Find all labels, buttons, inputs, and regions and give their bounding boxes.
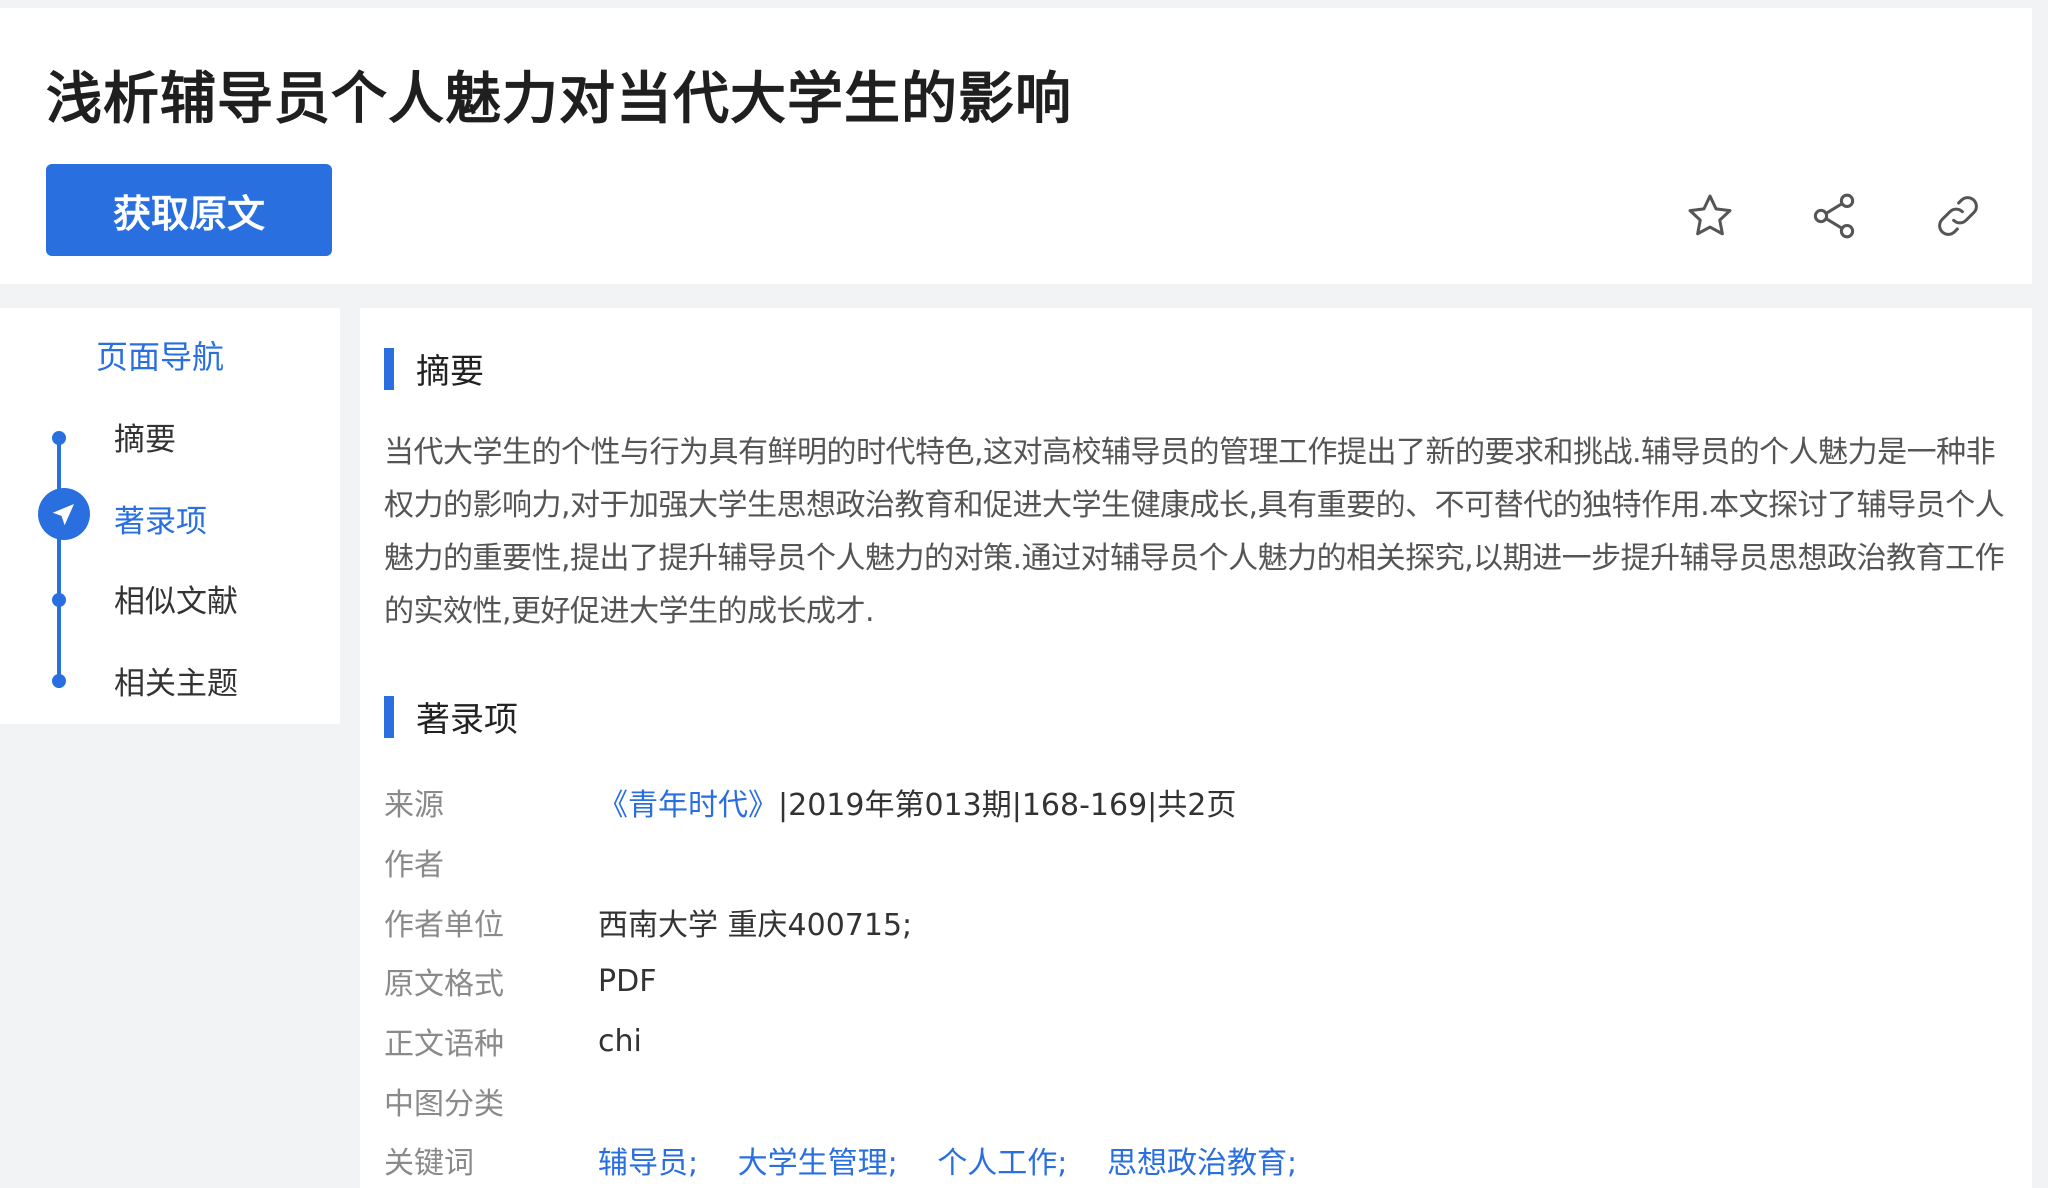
meta-row-affiliation: 作者单位 西南大学 重庆400715; [384,900,912,944]
nav-active-marker [38,488,90,540]
nav-item-related-topics[interactable]: 相关主题 [114,658,238,703]
source-journal-link[interactable]: 《青年时代》 [598,788,778,823]
meta-row-keywords: 关键词 辅导员; 大学生管理; 个人工作; 思想政治教育; [384,1138,1327,1182]
classification-label: 中图分类 [384,1087,504,1122]
meta-row-author: 作者 [384,840,598,884]
abstract-title: 摘要 [416,352,484,392]
get-original-button[interactable]: 获取原文 [46,164,332,256]
keyword-link[interactable]: 个人工作; [937,1146,1067,1181]
nav-dot [52,674,66,688]
page-navigation: 页面导航 摘要 著录项 相似文献 相关主题 [0,308,340,724]
keyword-link[interactable]: 思想政治教育; [1107,1146,1297,1181]
meta-row-format: 原文格式 PDF [384,959,656,1003]
section-bar [384,695,394,738]
section-bar [384,347,394,390]
star-icon[interactable] [1682,188,1738,244]
source-label: 来源 [384,788,444,823]
author-label: 作者 [384,848,444,883]
nav-dot [52,593,66,607]
affiliation-value: 西南大学 重庆400715; [598,908,913,943]
nav-title: 页面导航 [96,338,225,376]
nav-item-abstract[interactable]: 摘要 [114,414,176,459]
article-title: 浅析辅导员个人魅力对当代大学生的影响 [46,67,1072,132]
meta-row-classification: 中图分类 [384,1079,598,1123]
format-label: 原文格式 [384,967,504,1002]
meta-row-language: 正文语种 chi [384,1019,642,1063]
source-detail: |2019年第013期|168-169|共2页 [778,788,1237,823]
bibliography-heading: 著录项 [384,692,518,741]
bibliography-title: 著录项 [416,700,518,740]
navigate-arrow-icon [52,504,74,526]
main-content: 摘要 当代大学生的个性与行为具有鲜明的时代特色,这对高校辅导员的管理工作提出了新… [360,308,2032,1188]
affiliation-label: 作者单位 [384,908,504,943]
abstract-heading: 摘要 [384,344,484,393]
nav-timeline [57,436,61,688]
keywords-label: 关键词 [384,1146,474,1181]
keyword-link[interactable]: 大学生管理; [738,1146,898,1181]
format-value: PDF [598,963,657,999]
language-value: chi [598,1023,642,1059]
share-icon[interactable] [1806,188,1862,244]
meta-row-source: 来源 《青年时代》|2019年第013期|168-169|共2页 [384,780,1236,824]
article-header: 浅析辅导员个人魅力对当代大学生的影响 获取原文 [0,8,2032,284]
nav-dot [52,431,66,445]
nav-item-bibliography[interactable]: 著录项 [114,496,207,541]
link-icon[interactable] [1930,188,1986,244]
language-label: 正文语种 [384,1027,504,1062]
keyword-link[interactable]: 辅导员; [598,1146,698,1181]
nav-item-similar-literature[interactable]: 相似文献 [114,576,238,621]
abstract-text: 当代大学生的个性与行为具有鲜明的时代特色,这对高校辅导员的管理工作提出了新的要求… [384,435,2005,629]
